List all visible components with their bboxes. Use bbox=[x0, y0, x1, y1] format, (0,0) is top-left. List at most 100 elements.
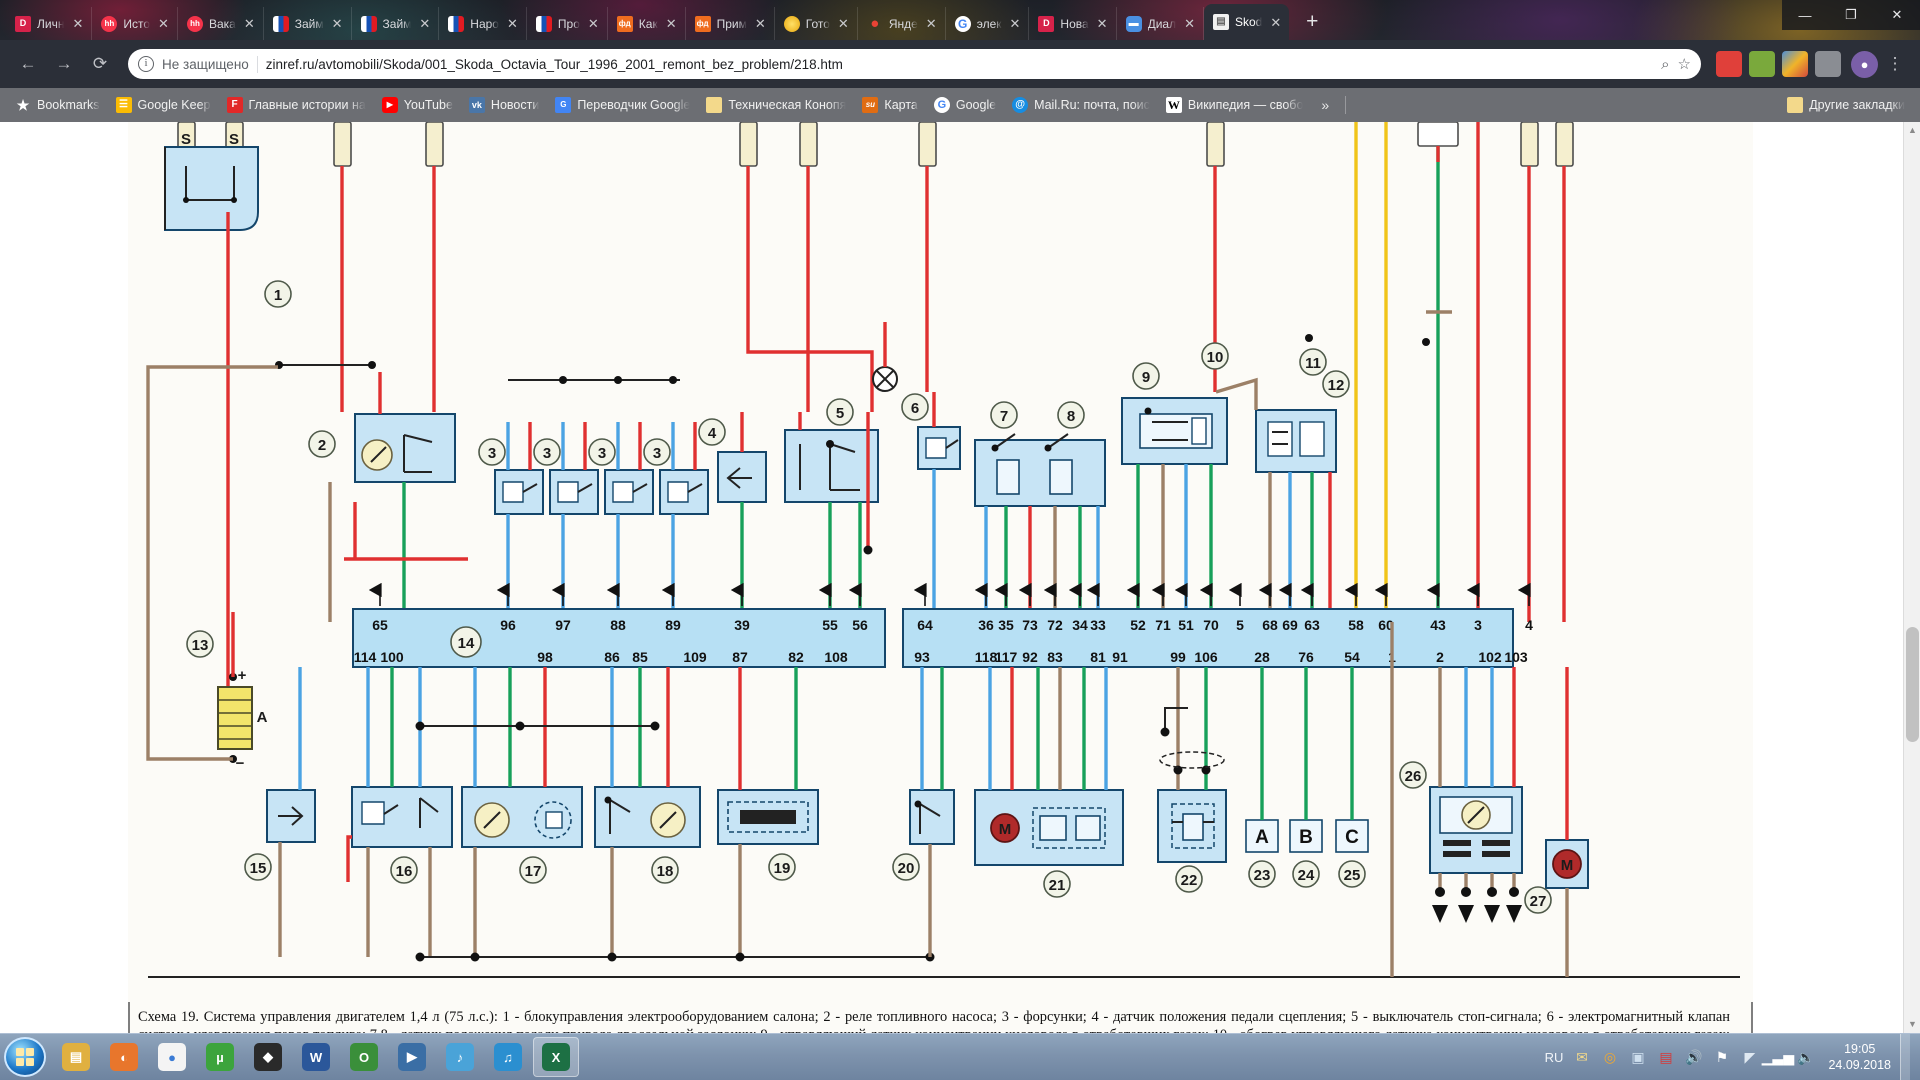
browser-tab[interactable]: фд Как ✕ bbox=[608, 7, 686, 40]
taskbar-app-media[interactable]: ▶ bbox=[389, 1037, 435, 1077]
browser-tab-active[interactable]: ▤ Skod ✕ bbox=[1204, 4, 1290, 40]
browser-tab[interactable]: hh Исто ✕ bbox=[92, 7, 178, 40]
bookmark-item[interactable]: ▶ YouTube bbox=[375, 94, 460, 116]
bookmark-item[interactable]: su Карта bbox=[855, 94, 924, 116]
avatar[interactable]: ● bbox=[1851, 50, 1878, 78]
chrome-menu-icon[interactable]: ⋮ bbox=[1882, 54, 1908, 74]
scroll-down-arrow[interactable]: ▼ bbox=[1904, 1016, 1920, 1033]
browser-tab[interactable]: ● Янде ✕ bbox=[858, 7, 946, 40]
bookmark-item[interactable]: G Переводчик Google bbox=[548, 94, 697, 116]
browser-tab[interactable]: Gэлек ✕ bbox=[946, 7, 1030, 40]
extension-icon-colorful[interactable] bbox=[1782, 51, 1808, 77]
forward-icon[interactable]: → bbox=[48, 48, 80, 80]
extension-icon-gray[interactable] bbox=[1815, 51, 1841, 77]
new-tab-button[interactable]: + bbox=[1297, 8, 1327, 38]
browser-tab[interactable]: hh Вака ✕ bbox=[178, 7, 264, 40]
tab-close-icon[interactable]: ✕ bbox=[1008, 17, 1023, 30]
tab-close-icon[interactable]: ✕ bbox=[70, 17, 85, 30]
taskbar-app-chrome[interactable]: ● bbox=[149, 1037, 195, 1077]
browser-tab[interactable]: Про ✕ bbox=[527, 7, 608, 40]
reload-icon[interactable]: ⟳ bbox=[84, 48, 116, 80]
svg-text:8: 8 bbox=[1067, 408, 1075, 425]
show-desktop-button[interactable] bbox=[1900, 1033, 1910, 1080]
taskbar-app-firefox-alt[interactable]: ◆ bbox=[245, 1037, 291, 1077]
flag-icon[interactable]: ⚑ bbox=[1712, 1048, 1731, 1067]
scroll-up-arrow[interactable]: ▲ bbox=[1904, 122, 1920, 139]
bookmark-star-icon[interactable]: ☆ bbox=[1678, 55, 1691, 73]
signal-icon[interactable]: ▁▃▅ bbox=[1762, 1048, 1794, 1067]
browser-tab[interactable]: ▬ Диал ✕ bbox=[1117, 7, 1204, 40]
taskbar-app-excel[interactable]: X bbox=[533, 1037, 579, 1077]
browser-tab[interactable]: D Личн ✕ bbox=[6, 7, 93, 40]
back-icon[interactable]: ← bbox=[12, 48, 44, 80]
tab-close-icon[interactable]: ✕ bbox=[156, 17, 171, 30]
ecu-right-bottom-pin: 93 bbox=[914, 649, 930, 665]
clock[interactable]: 19:05 24.09.2018 bbox=[1824, 1041, 1891, 1073]
bookmark-item[interactable]: @ Mail.Ru: почта, поиc bbox=[1005, 94, 1157, 116]
search-icon[interactable]: ⌕ bbox=[1661, 56, 1669, 73]
tab-close-icon[interactable]: ✕ bbox=[417, 17, 432, 30]
language-indicator[interactable]: RU bbox=[1545, 1050, 1564, 1065]
bookmark-label: Главные истории на bbox=[248, 98, 366, 112]
taskbar-app-word[interactable]: W bbox=[293, 1037, 339, 1077]
taskbar-app-app-orange[interactable]: ◐ bbox=[101, 1037, 147, 1077]
tab-close-icon[interactable]: ✕ bbox=[1095, 17, 1110, 30]
browser-tab[interactable]: Займ ✕ bbox=[352, 7, 440, 40]
taskbar-app-music-2[interactable]: ♫ bbox=[485, 1037, 531, 1077]
extension-icon-green[interactable] bbox=[1749, 51, 1775, 77]
close-button[interactable]: ✕ bbox=[1874, 0, 1920, 30]
ecu-left-top-pin: 56 bbox=[852, 617, 868, 633]
bookmark-label: Mail.Ru: почта, поиc bbox=[1034, 98, 1150, 112]
bookmark-item[interactable]: W Википедия — свобо bbox=[1159, 94, 1311, 116]
speaker-red-icon[interactable]: 🔊 bbox=[1684, 1048, 1703, 1067]
minimize-button[interactable]: — bbox=[1782, 0, 1828, 30]
tab-close-icon[interactable]: ✕ bbox=[1268, 16, 1283, 29]
tab-close-icon[interactable]: ✕ bbox=[242, 17, 257, 30]
page-scrollbar[interactable]: ▲ ▼ bbox=[1903, 122, 1920, 1033]
start-button[interactable] bbox=[4, 1037, 46, 1077]
maximize-button[interactable]: ❐ bbox=[1828, 0, 1874, 30]
browser-tab[interactable]: Займ ✕ bbox=[264, 7, 352, 40]
taskbar-app-music[interactable]: ♪ bbox=[437, 1037, 483, 1077]
bookmark-item[interactable]: G Google bbox=[927, 94, 1003, 116]
tab-close-icon[interactable]: ✕ bbox=[753, 17, 768, 30]
tab-close-icon[interactable]: ✕ bbox=[330, 17, 345, 30]
volume-icon[interactable]: 🔈 bbox=[1796, 1048, 1815, 1067]
ecu-right-bottom-pin: 117 bbox=[995, 649, 1018, 665]
diagram-caption: Схема 19. Система управления двигателем … bbox=[138, 1009, 1730, 1033]
tab-close-icon[interactable]: ✕ bbox=[586, 17, 601, 30]
explorer-icon: ▤ bbox=[62, 1043, 90, 1071]
taskbar-app-opera[interactable]: O bbox=[341, 1037, 387, 1077]
browser-tab[interactable]: фд Прим ✕ bbox=[686, 7, 775, 40]
bookmark-item[interactable]: vk Новости bbox=[462, 94, 546, 116]
tab-close-icon[interactable]: ✕ bbox=[836, 17, 851, 30]
other-bookmarks-button[interactable]: Другие закладки bbox=[1780, 94, 1912, 116]
address-bar[interactable]: i Не защищено zinref.ru/avtomobili/Skoda… bbox=[128, 49, 1701, 79]
bookmark-item[interactable]: ☰ Google Keep bbox=[109, 94, 218, 116]
svg-text:15: 15 bbox=[250, 860, 267, 877]
update-icon[interactable]: ▣ bbox=[1628, 1048, 1647, 1067]
tab-close-icon[interactable]: ✕ bbox=[664, 17, 679, 30]
antivirus-icon[interactable]: ◎ bbox=[1600, 1048, 1619, 1067]
svg-text:S: S bbox=[181, 131, 191, 148]
tab-close-icon[interactable]: ✕ bbox=[1182, 17, 1197, 30]
extension-icon-adblock[interactable] bbox=[1716, 51, 1742, 77]
scrollbar-thumb[interactable] bbox=[1906, 627, 1919, 742]
tab-close-icon[interactable]: ✕ bbox=[924, 17, 939, 30]
browser-tab[interactable]: Наро ✕ bbox=[439, 7, 527, 40]
svg-text:S: S bbox=[229, 131, 239, 148]
browser-tab[interactable]: Гото ✕ bbox=[775, 7, 858, 40]
tab-close-icon[interactable]: ✕ bbox=[505, 17, 520, 30]
shield-icon[interactable]: ▤ bbox=[1656, 1048, 1675, 1067]
taskbar-app-explorer[interactable]: ▤ bbox=[53, 1037, 99, 1077]
browser-tab[interactable]: D Нова ✕ bbox=[1029, 7, 1117, 40]
ecu-right-top-pin: 70 bbox=[1203, 617, 1219, 633]
mail-icon[interactable]: ✉ bbox=[1572, 1048, 1591, 1067]
bookmark-item[interactable]: Техническая Конопя bbox=[699, 94, 853, 116]
bookmark-item[interactable]: F Главные истории на bbox=[220, 94, 373, 116]
info-icon[interactable]: i bbox=[138, 56, 154, 72]
taskbar-app-utorrent[interactable]: µ bbox=[197, 1037, 243, 1077]
network-icon[interactable]: ◤ bbox=[1740, 1048, 1759, 1067]
bookmarks-overflow-icon[interactable]: » bbox=[1313, 97, 1337, 113]
bookmark-item[interactable]: ★ Bookmarks bbox=[8, 94, 107, 116]
